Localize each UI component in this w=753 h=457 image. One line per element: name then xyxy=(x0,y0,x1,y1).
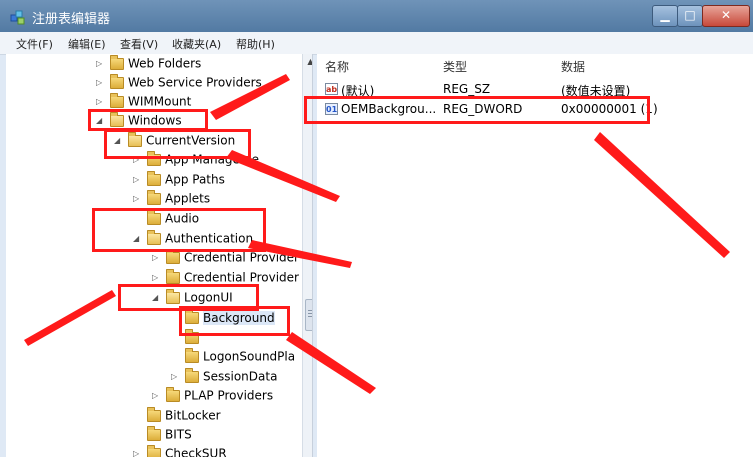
registry-editor-window: 注册表编辑器 ▁ □ ✕ 文件(F) 编辑(E) 查看(V) 收藏夹(A) 帮助… xyxy=(0,0,753,457)
annotation-arrows xyxy=(24,74,730,394)
arrow-to-authentication xyxy=(248,240,352,268)
arrow-to-background xyxy=(286,332,376,394)
arrow-to-value xyxy=(594,132,730,258)
arrow-to-windows xyxy=(210,74,290,120)
arrow-to-currentversion xyxy=(226,150,340,202)
arrow-to-logonui xyxy=(24,290,116,346)
